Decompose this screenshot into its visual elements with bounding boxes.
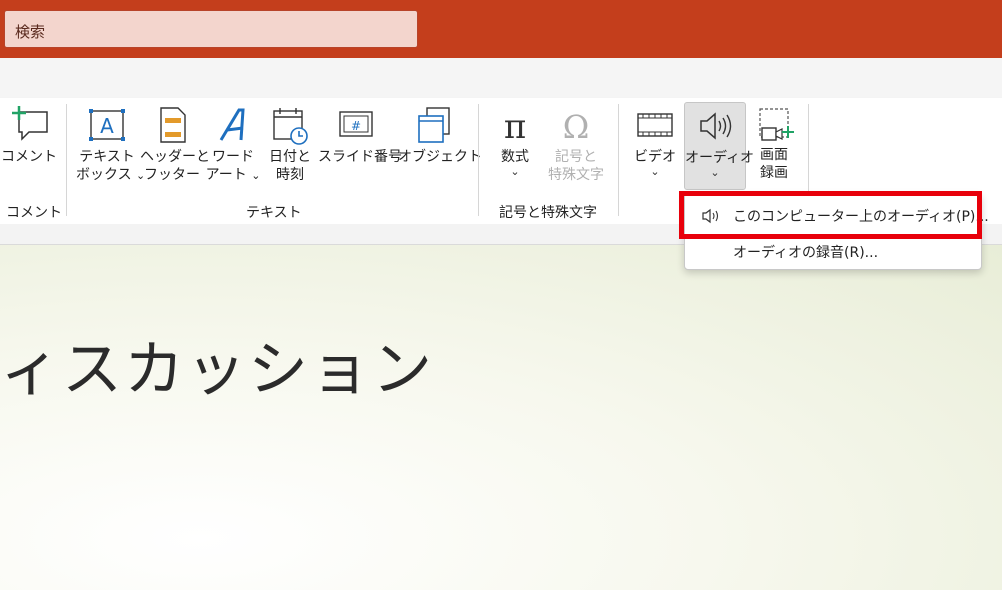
film-icon — [637, 113, 673, 137]
datetime-label-1: 日付と — [269, 149, 311, 165]
screen-recording-label-2: 録画 — [760, 165, 788, 181]
group-separator — [478, 104, 479, 216]
pi-icon: π — [504, 107, 526, 144]
group-label-comment: コメント — [6, 205, 62, 221]
svg-text:A: A — [100, 114, 114, 138]
comment-button[interactable]: コメント — [0, 106, 58, 166]
chevron-down-icon: ⌄ — [251, 169, 261, 182]
group-separator — [66, 104, 67, 216]
screen-recording-label-1: 画面 — [760, 147, 788, 163]
textbox-button[interactable]: A テキスト ボックス ⌄ — [76, 106, 145, 185]
equation-button[interactable]: π 数式 ⌄ — [488, 106, 542, 178]
slide-number-label: スライド番号 — [318, 149, 402, 165]
video-button[interactable]: ビデオ ⌄ — [628, 106, 682, 178]
object-icon — [418, 107, 450, 143]
group-label-symbols: 記号と特殊文字 — [499, 205, 597, 221]
slide-canvas[interactable]: ィスカッション — [0, 245, 1002, 590]
search-box[interactable]: 検索 — [4, 10, 418, 48]
ribbon-tabs-band — [0, 58, 1002, 98]
equation-label: 数式 — [501, 149, 529, 165]
search-label: 検索 — [15, 23, 46, 41]
highlight-box — [679, 191, 982, 239]
header-footer-label-2: フッター — [144, 167, 200, 183]
object-button[interactable]: オブジェクト — [398, 106, 482, 166]
screen-recording-button[interactable]: 画面 録画 — [748, 106, 800, 182]
symbol-button[interactable]: Ω 記号と 特殊文字 — [542, 106, 610, 184]
screen-recording-icon — [759, 108, 794, 141]
slide-number-icon: # — [339, 111, 373, 137]
wordart-label-2-text: アート — [205, 167, 247, 183]
audio-button[interactable]: オーディオ ⌄ — [684, 102, 755, 190]
menu-item-record-audio[interactable]: オーディオの録音(R)... — [685, 235, 981, 267]
omega-icon: Ω — [563, 108, 590, 144]
video-label: ビデオ — [634, 149, 676, 165]
datetime-label-2: 時刻 — [276, 167, 304, 183]
group-label-text: テキスト — [246, 205, 302, 221]
chevron-down-icon: ⌄ — [510, 165, 520, 178]
comment-label: コメント — [1, 149, 57, 165]
textbox-icon: A — [89, 109, 125, 141]
title-bar: 検索 — [0, 0, 1002, 58]
calendar-clock-icon — [273, 108, 308, 145]
svg-text:Ω: Ω — [563, 108, 590, 144]
datetime-button[interactable]: 日付と 時刻 — [264, 106, 316, 184]
header-footer-label-1: ヘッダーと — [140, 149, 210, 165]
chevron-down-icon: ⌄ — [710, 166, 720, 179]
textbox-label-2-text: ボックス — [76, 167, 132, 183]
wordart-label-2: アート ⌄ — [204, 166, 262, 185]
textbox-label-1: テキスト — [79, 149, 135, 165]
audio-label: オーディオ — [685, 150, 755, 166]
svg-text:#: # — [351, 119, 361, 133]
header-footer-icon — [160, 107, 186, 143]
symbol-label-2: 特殊文字 — [548, 167, 604, 183]
textbox-label-2: ボックス ⌄ — [76, 166, 145, 185]
slide-number-button[interactable]: # スライド番号 — [318, 106, 402, 166]
wordart-label-1: ワード — [212, 149, 254, 165]
symbol-label-1: 記号と — [555, 149, 597, 165]
menu-item-label: オーディオの録音(R)... — [733, 245, 879, 261]
speaker-icon — [700, 112, 732, 140]
chevron-down-icon: ⌄ — [650, 165, 660, 178]
wordart-icon — [219, 108, 245, 141]
slide-title[interactable]: ィスカッション — [0, 321, 434, 408]
svg-text:π: π — [504, 107, 526, 144]
header-footer-button[interactable]: ヘッダーと フッター — [140, 106, 210, 184]
object-label: オブジェクト — [398, 149, 482, 165]
wordart-button[interactable]: ワード アート ⌄ — [204, 106, 262, 185]
group-separator — [618, 104, 619, 216]
comment-icon — [12, 106, 48, 141]
